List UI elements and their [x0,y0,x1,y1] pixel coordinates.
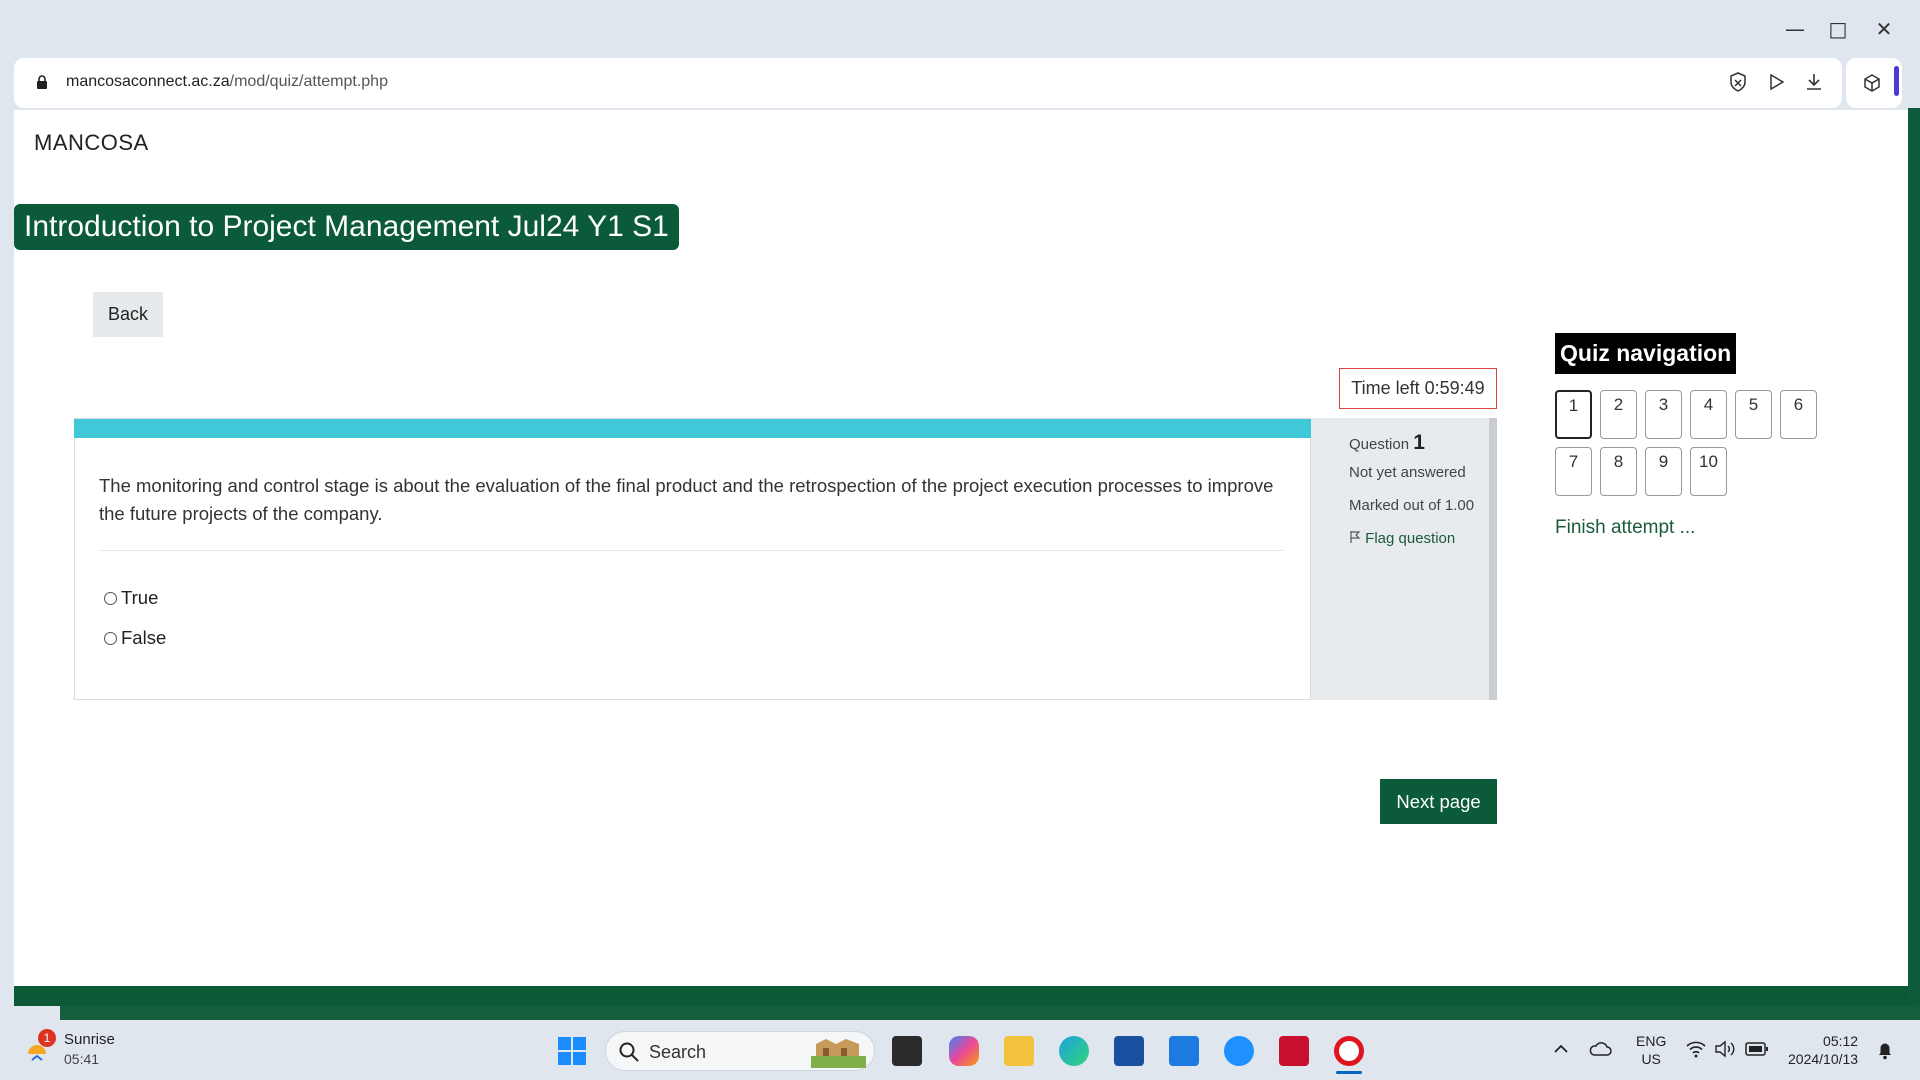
next-page-button[interactable]: Next page [1380,779,1497,824]
file-explorer-dark-icon[interactable] [892,1036,922,1066]
window-edge [1908,108,1920,1018]
clock-time: 05:12 [1823,1033,1859,1049]
battery-icon[interactable] [1745,1041,1769,1057]
site-brand[interactable]: MANCOSA [34,130,149,156]
active-app-indicator [1336,1071,1362,1074]
quiz-nav-question-7[interactable]: 7 [1555,447,1592,496]
divider [99,550,1284,551]
address-bar[interactable]: mancosaconnect.ac.za/mod/quiz/attempt.ph… [14,58,1842,108]
search-icon [619,1042,639,1062]
extensions-icon[interactable] [1860,71,1884,95]
shield-icon[interactable] [1726,70,1750,94]
folder-icon[interactable] [1004,1036,1034,1066]
copilot-icon[interactable] [949,1036,979,1066]
quiz-nav-question-9[interactable]: 9 [1645,447,1682,496]
quiz-nav-question-8[interactable]: 8 [1600,447,1637,496]
question-info-panel [1311,418,1492,700]
minimize-icon[interactable]: — [1775,14,1815,44]
question-number: 1 [1413,431,1425,454]
url-path: /mod/quiz/attempt.php [229,73,388,90]
quiz-nav-question-4[interactable]: 4 [1690,390,1727,439]
course-title: Introduction to Project Management Jul24… [14,204,679,250]
language-indicator[interactable]: ENG US [1636,1032,1666,1068]
question-container [74,418,1311,700]
windows-start-icon[interactable] [557,1036,587,1066]
question-number-label: Question 1 [1349,431,1425,455]
notification-badge: 1 [38,1029,56,1047]
question-header-bar [74,419,1311,438]
quiz-nav-question-10[interactable]: 10 [1690,447,1727,496]
question-marks: Marked out of 1.00 [1349,497,1475,514]
lock-icon [37,75,47,89]
footer-bar-shadow [60,1006,1920,1020]
extensions-area [1846,58,1902,108]
weather-time: 05:41 [64,1051,100,1067]
search-placeholder: Search [649,1042,707,1062]
close-icon[interactable]: ✕ [1864,14,1904,44]
quiz-nav-question-3[interactable]: 3 [1645,390,1682,439]
footer-bar [14,986,1908,1006]
wifi-icon[interactable] [1685,1040,1707,1058]
quiz-nav-question-5[interactable]: 5 [1735,390,1772,439]
region-code: US [1641,1051,1661,1067]
store-icon[interactable] [1114,1036,1144,1066]
quiz-navigation-title: Quiz navigation [1555,333,1737,374]
question-text: The monitoring and control stage is abou… [99,475,1274,524]
chevron-up-icon[interactable] [1552,1040,1570,1058]
download-icon[interactable] [1802,70,1826,94]
quiz-nav-question-1[interactable]: 1 [1555,390,1592,439]
radio-button[interactable] [104,592,117,605]
opera-icon[interactable] [1334,1036,1364,1066]
sidebar-toggle-indicator[interactable] [1894,66,1899,96]
radio-button[interactable] [104,632,117,645]
maximize-icon[interactable]: □ [1818,14,1858,44]
mcafee-icon[interactable] [1279,1036,1309,1066]
edge-icon[interactable] [1059,1036,1089,1066]
flag-icon [1350,531,1361,543]
weather-label[interactable]: Sunrise [64,1031,115,1048]
url-host: mancosaconnect.ac.za [66,73,230,90]
system-clock[interactable]: 05:12 2024/10/13 [1788,1032,1858,1068]
option-label: False [121,627,167,648]
notification-bell-icon[interactable] [1876,1040,1894,1060]
help-icon[interactable] [1224,1036,1254,1066]
quiz-nav-question-6[interactable]: 6 [1780,390,1817,439]
browser-titlebar [0,0,1920,58]
play-icon[interactable] [1764,70,1788,94]
option-true[interactable]: True [104,587,158,609]
language-code: ENG [1636,1033,1667,1049]
flag-label: Flag question [1365,530,1456,547]
question-status: Not yet answered [1349,464,1466,481]
flag-question-link[interactable]: Flag question [1349,530,1455,547]
option-false[interactable]: False [104,627,166,649]
url-text[interactable]: mancosaconnect.ac.za/mod/quiz/attempt.ph… [66,73,388,91]
quiz-timer: Time left 0:59:49 [1339,368,1497,409]
question-label: Question [1349,436,1410,453]
back-button[interactable]: Back [93,292,163,337]
option-label: True [121,587,159,608]
volume-icon[interactable] [1714,1040,1736,1058]
search-highlight-icon [811,1039,866,1068]
clock-date: 2024/10/13 [1788,1051,1859,1067]
taskbar-search[interactable]: Search [605,1031,875,1071]
info-panel-edge [1489,418,1497,700]
quiz-nav-question-2[interactable]: 2 [1600,390,1637,439]
finish-attempt-link[interactable]: Finish attempt ... [1555,517,1695,539]
onedrive-cloud-icon[interactable] [1588,1040,1612,1058]
myhp-icon[interactable] [1169,1036,1199,1066]
